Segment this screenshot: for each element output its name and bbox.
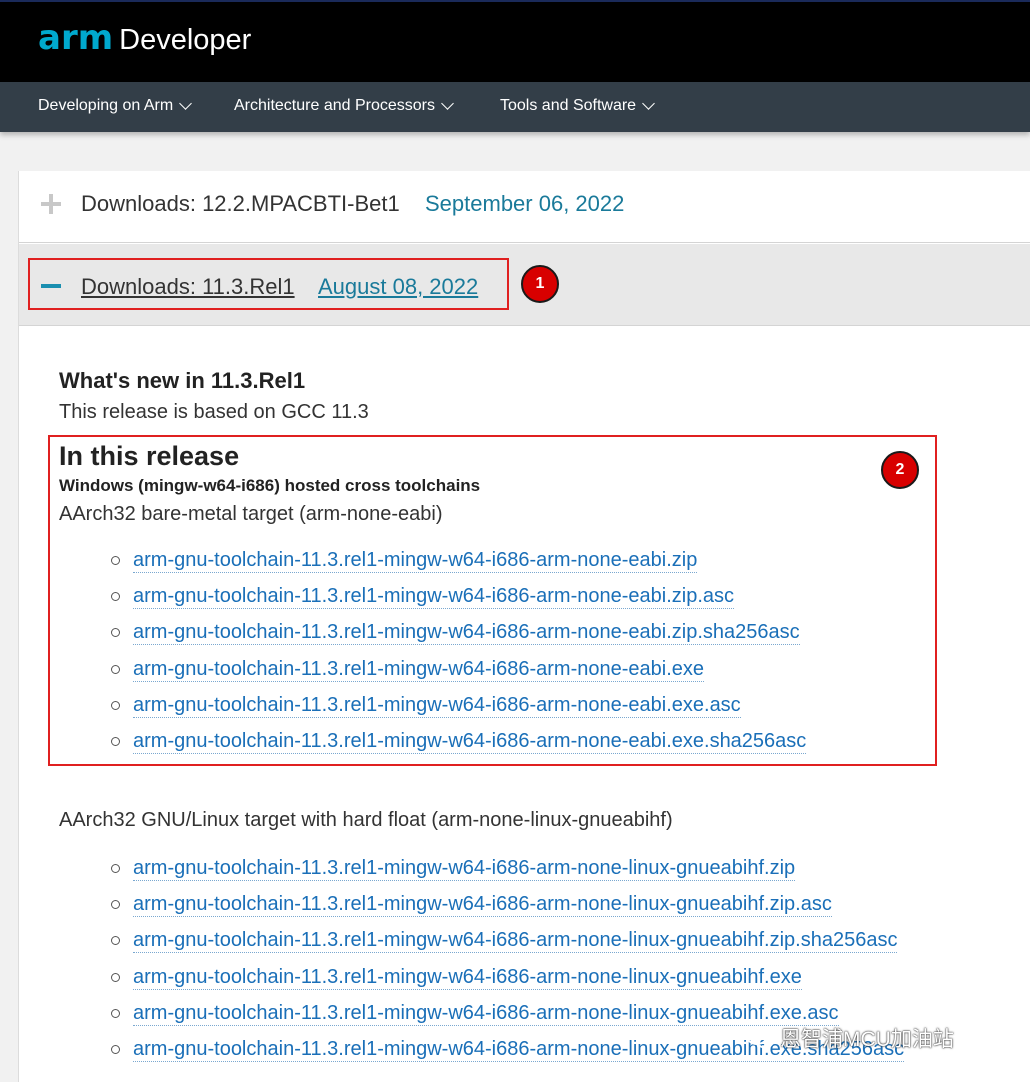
main-nav: Developing on Arm Architecture and Proce… (0, 82, 1030, 132)
list-item: arm-gnu-toolchain-11.3.rel1-mingw-w64-i6… (111, 886, 904, 922)
highlight-box-1 (28, 258, 509, 310)
bullet-icon (111, 899, 120, 909)
annotation-badge-2: 2 (881, 451, 919, 489)
list-item: arm-gnu-toolchain-11.3.rel1-mingw-w64-i6… (111, 578, 806, 614)
list-item: arm-gnu-toolchain-11.3.rel1-mingw-w64-i6… (111, 959, 904, 995)
nav-item-architecture-and-processors[interactable]: Architecture and Processors (234, 97, 454, 115)
download-link[interactable]: arm-gnu-toolchain-11.3.rel1-mingw-w64-i6… (133, 548, 698, 573)
list-item: arm-gnu-toolchain-11.3.rel1-mingw-w64-i6… (111, 615, 806, 651)
download-row-12-2[interactable]: Downloads: 12.2.MPACBTI-Bet1 September 0… (19, 171, 1030, 243)
header-top-edge (0, 0, 1030, 2)
download-link[interactable]: arm-gnu-toolchain-11.3.rel1-mingw-w64-i6… (133, 620, 800, 646)
bullet-icon (111, 936, 120, 946)
annotation-badge-1: 1 (521, 265, 559, 303)
download-link[interactable]: arm-gnu-toolchain-11.3.rel1-mingw-w64-i6… (133, 729, 807, 755)
wechat-icon (746, 1027, 774, 1049)
nav-item-developing-on-arm[interactable]: Developing on Arm (38, 97, 193, 115)
bullet-icon (111, 1045, 120, 1055)
bullet-icon (111, 591, 120, 601)
bullet-icon (111, 700, 120, 710)
list-item: arm-gnu-toolchain-11.3.rel1-mingw-w64-i6… (111, 542, 806, 578)
logo-developer-text: Developer (119, 24, 252, 56)
download-row-11-3[interactable]: Downloads: 11.3.Rel1 August 08, 2022 1 (19, 244, 1030, 326)
list-item: arm-gnu-toolchain-11.3.rel1-mingw-w64-i6… (111, 651, 806, 687)
plus-icon[interactable] (41, 194, 61, 214)
download-link[interactable]: arm-gnu-toolchain-11.3.rel1-mingw-w64-i6… (133, 657, 705, 682)
watermark: 恩智浦MCU加油站 (746, 1023, 954, 1053)
in-this-release-heading: In this release (59, 441, 240, 471)
bullet-icon (111, 664, 120, 674)
host-heading: Windows (mingw-w64-i686) hosted cross to… (59, 476, 481, 495)
nav-item-label: Architecture and Processors (234, 97, 435, 114)
watermark-text: 恩智浦MCU加油站 (780, 1028, 954, 1051)
download-row-title[interactable]: Downloads: 12.2.MPACBTI-Bet1 (81, 191, 400, 217)
download-row-date[interactable]: September 06, 2022 (425, 191, 624, 217)
target-heading-eabi: AArch32 bare-metal target (arm-none-eabi… (59, 503, 443, 525)
chevron-down-icon (179, 97, 193, 110)
logo-arm-text: arm (38, 18, 114, 58)
chevron-down-icon (642, 97, 655, 110)
nav-item-tools-and-software[interactable]: Tools and Software (500, 97, 655, 115)
arm-developer-logo[interactable]: arm Developer (38, 18, 251, 58)
download-link[interactable]: arm-gnu-toolchain-11.3.rel1-mingw-w64-i6… (133, 693, 741, 718)
download-link[interactable]: arm-gnu-toolchain-11.3.rel1-mingw-w64-i6… (133, 965, 802, 990)
list-item: arm-gnu-toolchain-11.3.rel1-mingw-w64-i6… (111, 923, 904, 959)
bullet-icon (111, 1008, 120, 1018)
site-header: arm Developer (0, 0, 1030, 82)
bullet-icon (111, 628, 120, 638)
bullet-icon (111, 555, 120, 565)
list-item: arm-gnu-toolchain-11.3.rel1-mingw-w64-i6… (111, 850, 904, 886)
download-link[interactable]: arm-gnu-toolchain-11.3.rel1-mingw-w64-i6… (133, 584, 735, 609)
nav-item-label: Developing on Arm (38, 97, 174, 114)
target-heading-linux-gnueabihf: AArch32 GNU/Linux target with hard float… (59, 809, 673, 831)
whats-new-text: This release is based on GCC 11.3 (59, 401, 369, 423)
download-link[interactable]: arm-gnu-toolchain-11.3.rel1-mingw-w64-i6… (133, 1001, 839, 1026)
bullet-icon (111, 972, 120, 982)
download-link[interactable]: arm-gnu-toolchain-11.3.rel1-mingw-w64-i6… (133, 892, 832, 917)
download-link[interactable]: arm-gnu-toolchain-11.3.rel1-mingw-w64-i6… (133, 856, 796, 881)
list-item: arm-gnu-toolchain-11.3.rel1-mingw-w64-i6… (111, 687, 806, 723)
bullet-icon (111, 863, 120, 873)
download-list-eabi: arm-gnu-toolchain-11.3.rel1-mingw-w64-i6… (111, 542, 807, 760)
download-link[interactable]: arm-gnu-toolchain-11.3.rel1-mingw-w64-i6… (133, 928, 898, 954)
whats-new-heading: What's new in 11.3.Rel1 (59, 368, 306, 393)
list-item: arm-gnu-toolchain-11.3.rel1-mingw-w64-i6… (111, 723, 807, 759)
downloads-panel: Downloads: 12.2.MPACBTI-Bet1 September 0… (18, 171, 1030, 1082)
nav-item-label: Tools and Software (500, 97, 637, 114)
bullet-icon (111, 737, 120, 747)
chevron-down-icon (441, 97, 454, 110)
